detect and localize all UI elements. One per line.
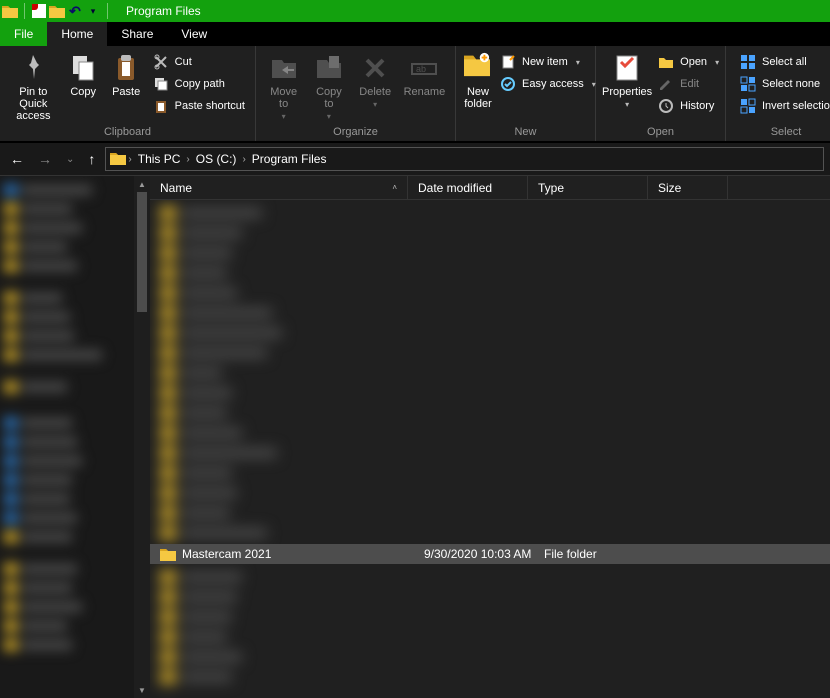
easy-access-icon: [500, 76, 516, 92]
scissors-icon: [153, 54, 169, 70]
row-type: File folder: [544, 547, 664, 561]
ribbon-tabs: File Home Share View: [0, 22, 830, 46]
forward-button[interactable]: →: [34, 149, 56, 169]
select-all-button[interactable]: Select all: [736, 52, 830, 72]
save-icon[interactable]: [31, 3, 47, 19]
breadcrumb-drive[interactable]: OS (C:): [192, 152, 241, 166]
new-folder-button[interactable]: New folder: [462, 50, 494, 124]
copy-button[interactable]: Copy: [63, 50, 104, 124]
properties-icon: [611, 52, 643, 84]
rename-icon: ab: [408, 52, 440, 84]
new-item-icon: [500, 54, 516, 70]
select-none-button[interactable]: Select none: [736, 74, 830, 94]
column-header-date[interactable]: Date modified: [408, 176, 528, 199]
table-row-selected[interactable]: Mastercam 2021 9/30/2020 10:03 AM File f…: [150, 544, 830, 564]
history-icon: [658, 98, 674, 114]
chevron-right-icon[interactable]: ›: [242, 154, 245, 165]
scrollbar-thumb[interactable]: [137, 192, 147, 312]
tab-share[interactable]: Share: [107, 22, 167, 46]
edit-icon: [658, 76, 674, 92]
easy-access-button[interactable]: Easy access▾: [496, 74, 600, 94]
open-button[interactable]: Open▾: [654, 52, 723, 72]
column-headers: Name˄ Date modified Type Size: [150, 176, 830, 200]
folder-icon: [160, 547, 176, 561]
window-titlebar: ↶ ▾ Program Files: [0, 0, 830, 22]
group-label-organize: Organize: [256, 124, 455, 141]
invert-selection-button[interactable]: Invert selection: [736, 96, 830, 116]
scroll-up-icon[interactable]: ▲: [134, 176, 150, 192]
new-item-button[interactable]: New item▾: [496, 52, 600, 72]
cut-button[interactable]: Cut: [149, 52, 249, 72]
invert-selection-icon: [740, 98, 756, 114]
address-bar[interactable]: › This PC › OS (C:) › Program Files: [105, 147, 824, 171]
rename-button[interactable]: ab Rename: [400, 50, 449, 124]
properties-button[interactable]: Properties▾: [602, 50, 652, 124]
group-label-clipboard: Clipboard: [0, 124, 255, 141]
qat-caret-icon[interactable]: ▾: [85, 3, 101, 19]
delete-icon: [359, 52, 391, 84]
history-button[interactable]: History: [654, 96, 723, 116]
copy-path-button[interactable]: Copy path: [149, 74, 249, 94]
copy-path-icon: [153, 76, 169, 92]
chevron-right-icon[interactable]: ›: [186, 154, 189, 165]
address-folder-icon: [110, 151, 126, 168]
sort-asc-icon: ˄: [392, 183, 397, 192]
row-date: 9/30/2020 10:03 AM: [424, 547, 544, 561]
window-title: Program Files: [126, 4, 201, 18]
copy-to-button[interactable]: Copy to▾: [307, 50, 350, 124]
column-header-name[interactable]: Name˄: [150, 176, 408, 199]
undo-icon[interactable]: ↶: [67, 3, 83, 19]
breadcrumb-folder[interactable]: Program Files: [248, 152, 331, 166]
paste-shortcut-icon: [153, 98, 169, 114]
scroll-down-icon[interactable]: ▼: [134, 682, 150, 698]
svg-text:ab: ab: [416, 64, 426, 74]
row-name: Mastercam 2021: [182, 547, 424, 561]
back-button[interactable]: ←: [6, 149, 28, 169]
column-header-size[interactable]: Size: [648, 176, 728, 199]
pin-to-quick-access-button[interactable]: Pin to Quick access: [6, 50, 61, 124]
navigation-bar: ← → ⌄ ↑ › This PC › OS (C:) › Program Fi…: [0, 142, 830, 176]
group-label-select: Select: [726, 124, 830, 141]
ribbon: Pin to Quick access Copy Paste Cut: [0, 46, 830, 142]
move-to-button[interactable]: Move to▾: [262, 50, 305, 124]
open-icon: [658, 54, 674, 70]
recent-locations-button[interactable]: ⌄: [62, 152, 78, 167]
move-to-icon: [268, 52, 300, 84]
tab-home[interactable]: Home: [47, 22, 107, 46]
breadcrumb-this-pc[interactable]: This PC: [134, 152, 185, 166]
select-none-icon: [740, 76, 756, 92]
copy-icon: [67, 52, 99, 84]
chevron-right-icon[interactable]: ›: [128, 154, 131, 165]
up-button[interactable]: ↑: [84, 149, 99, 169]
edit-button[interactable]: Edit: [654, 74, 723, 94]
select-all-icon: [740, 54, 756, 70]
tab-view[interactable]: View: [167, 22, 221, 46]
delete-button[interactable]: Delete▾: [353, 50, 398, 124]
column-header-type[interactable]: Type: [528, 176, 648, 199]
pin-icon: [17, 52, 49, 84]
group-label-new: New: [456, 124, 595, 141]
paste-shortcut-button[interactable]: Paste shortcut: [149, 96, 249, 116]
tab-file[interactable]: File: [0, 22, 47, 46]
paste-button[interactable]: Paste: [106, 50, 147, 124]
group-label-open: Open: [596, 124, 725, 141]
qat-folder-icon[interactable]: [49, 3, 65, 19]
copy-to-icon: [313, 52, 345, 84]
paste-icon: [110, 52, 142, 84]
navigation-pane[interactable]: ▲ ▼: [0, 176, 150, 698]
new-folder-icon: [462, 52, 494, 84]
file-list: Name˄ Date modified Type Size: [150, 176, 830, 698]
sidebar-scrollbar[interactable]: ▲ ▼: [134, 176, 150, 698]
app-folder-icon: [2, 3, 18, 19]
